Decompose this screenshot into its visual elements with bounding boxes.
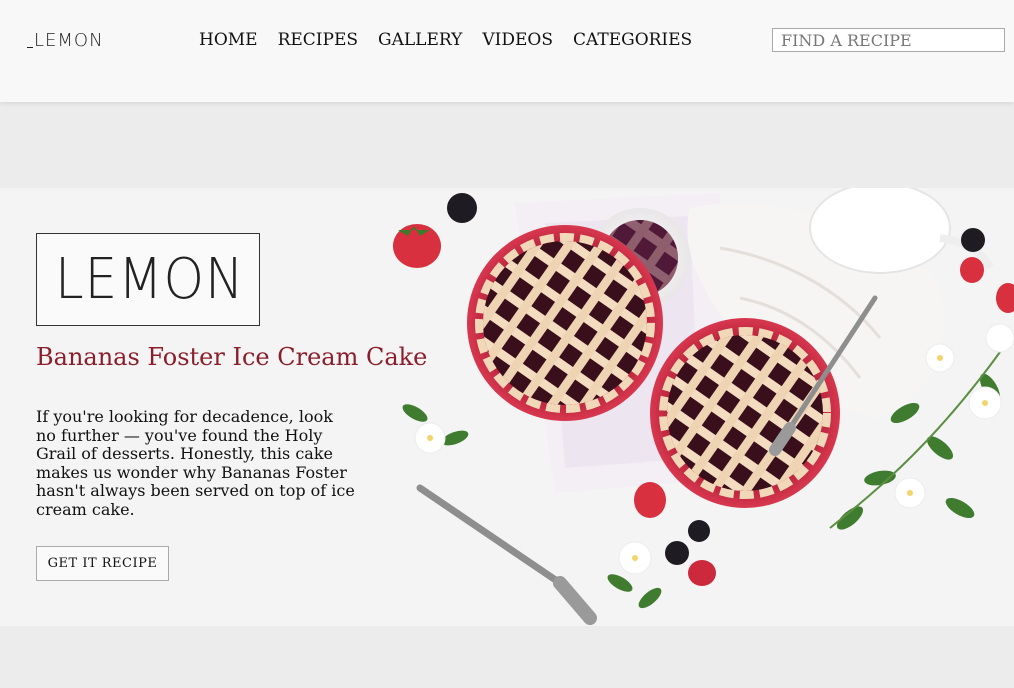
main-nav: HOME RECIPES GALLERY VIDEOS CATEGORIES <box>199 30 692 50</box>
top-navigation-bar: LEMON HOME RECIPES GALLERY VIDEOS CATEGO… <box>0 0 1014 102</box>
nav-item-home[interactable]: HOME <box>199 30 258 50</box>
site-logo[interactable]: LEMON <box>27 30 104 51</box>
get-recipe-button[interactable]: GET IT RECIPE <box>36 546 169 581</box>
hero-banner: LEMON Bananas Foster Ice Cream Cake If y… <box>0 188 1014 626</box>
recipe-search-input[interactable] <box>772 28 1005 52</box>
nav-item-categories[interactable]: CATEGORIES <box>573 30 692 50</box>
hero-logo-text: LEMON <box>55 247 245 312</box>
recipe-description: If you're looking for decadence, look no… <box>36 407 355 519</box>
hero-logo-box: LEMON <box>36 233 260 326</box>
nav-item-recipes[interactable]: RECIPES <box>278 30 358 50</box>
nav-item-videos[interactable]: VIDEOS <box>482 30 553 50</box>
recipe-title: Bananas Foster Ice Cream Cake <box>36 343 428 371</box>
site-logo-text: LEMON <box>34 30 104 51</box>
nav-item-gallery[interactable]: GALLERY <box>378 30 462 50</box>
